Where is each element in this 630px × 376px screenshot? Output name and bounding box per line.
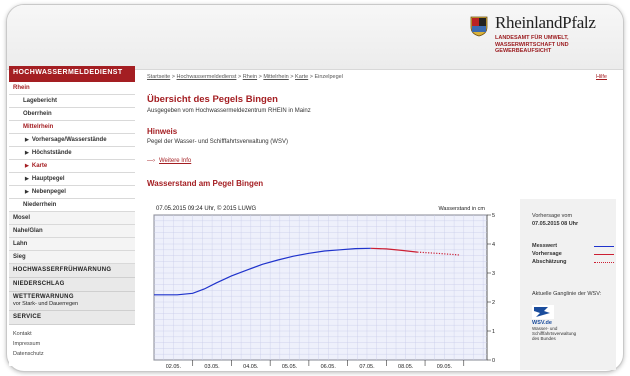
site-header: RheinlandPfalz LANDESAMT FÜR UMWELT, WAS… [7,5,623,70]
wsv-text: Aktuelle Ganglinie der WSV: [532,291,602,297]
chart-info-panel: Vorhersage vom 07.05.2015 08 Uhr Messwer… [520,199,616,370]
hinweis-heading: Hinweis [147,127,178,136]
x-tick-label: 07.05. [359,364,375,370]
legend-vorhersage: Vorhersage [532,251,562,257]
legend-line-abschaetzung [594,262,614,263]
page-subtitle: Ausgegeben vom Hochwassermeldezentrum RH… [147,108,311,114]
sidebar-item-oberrhein[interactable]: Oberrhein [9,108,135,121]
breadcrumb: Startseite > Hochwassermeldedienst > Rhe… [147,74,343,80]
sidebar-section-niederschlag[interactable]: NIEDERSCHLAG [9,278,135,292]
sidebar-item-niederrhein[interactable]: Niederrhein [9,199,135,212]
breadcrumb-rhein[interactable]: Rhein [243,74,257,80]
sidebar-item-hoechststaende[interactable]: ▶ Höchststände [9,147,135,160]
triangle-icon: ▶ [25,189,29,195]
coat-of-arms-icon [470,16,488,37]
sidebar-item-sieg[interactable]: Sieg [9,251,135,264]
sidebar-item-lahn[interactable]: Lahn [9,238,135,251]
triangle-icon: ▶ [25,176,29,182]
chart-svg: 07.05.2015 09:24 Uhr, © 2015 LUWG Wassers… [147,199,501,370]
footer-link-kontakt[interactable]: Kontakt [9,329,135,339]
triangle-icon: ▶ [25,137,29,143]
sidebar-item-hauptpegel[interactable]: ▶ Hauptpegel [9,173,135,186]
chart-section-title: Wasserstand am Pegel Bingen [147,179,264,188]
footer-link-impressum[interactable]: Impressum [9,339,135,349]
x-tick-label: 03.05. [204,364,220,370]
hinweis-text: Pegel der Wasser- und Schifffahrtsverwal… [147,139,288,145]
breadcrumb-mittelrhein[interactable]: Mittelrhein [263,74,288,80]
brand-subtitle: LANDESAMT FÜR UMWELT, WASSERWIRTSCHAFT U… [495,35,569,54]
sidebar-item-lagebericht[interactable]: Lagebericht [9,95,135,108]
triangle-icon: ▶ [25,163,29,169]
y-tick-label: 500 [492,213,495,219]
sidebar-item-mosel[interactable]: Mosel [9,212,135,225]
x-tick-label: 09.05. [437,364,453,370]
x-tick-label: 05.05. [282,364,298,370]
sidebar-item-rhein[interactable]: Rhein [9,82,135,95]
sidebar-section-wetterwarnung[interactable]: WETTERWARNUNG vor Stark- und Dauerregen [9,292,135,311]
arrow-right-icon: —› [147,158,155,164]
y-tick-label: 300 [492,271,495,277]
y-tick-label: 100 [492,329,495,335]
page-title: Übersicht des Pegels Bingen [147,94,278,105]
y-tick-label: 400 [492,242,495,248]
footer-link-datenschutz[interactable]: Datenschutz [9,349,135,359]
legend-messwert: Messwert [532,243,558,249]
help-link[interactable]: Hilfe [596,74,607,80]
chart-title: 07.05.2015 09:24 Uhr, © 2015 LUWG [156,205,256,212]
more-info-link[interactable]: Weitere Info [159,158,191,164]
y-axis-label: Wasserstand in cm [438,206,485,212]
plot-area [153,214,488,361]
sidebar-item-nahe-glan[interactable]: Nahe/Glan [9,225,135,238]
sidebar-section-fruehwarnung[interactable]: HOCHWASSERFRÜHWARNUNG [9,264,135,278]
triangle-icon: ▶ [25,150,29,156]
more-info: —› Weitere Info [147,158,615,164]
y-tick-label: 0 [492,358,495,364]
x-tick-label: 02.05. [166,364,182,370]
legend-line-messwert [594,246,614,247]
x-tick-label: 04.05. [243,364,259,370]
breadcrumb-startseite[interactable]: Startseite [147,74,170,80]
sidebar-item-nebenpegel[interactable]: ▶ Nebenpegel [9,186,135,199]
main-content: Startseite > Hochwassermeldedienst > Rhe… [147,74,615,188]
forecast-label: Vorhersage vom [532,213,573,219]
breadcrumb-current: Einzelpegel [314,74,343,80]
x-tick-label: 08.05. [398,364,414,370]
breadcrumb-karte[interactable]: Karte [295,74,308,80]
legend-line-vorhersage [594,254,614,255]
y-tick-label: 200 [492,300,495,306]
sidebar-item-vorhersage[interactable]: ▶ Vorhersage/Wasserstände [9,134,135,147]
water-level-chart: 07.05.2015 09:24 Uhr, © 2015 LUWG Wassers… [147,199,501,370]
brand-name: RheinlandPfalz [495,13,596,32]
wsv-logo-icon[interactable] [532,305,554,319]
sidebar-header[interactable]: HOCHWASSERMELDEDIENST [9,66,135,82]
sidebar-nav: HOCHWASSERMELDEDIENST Rhein Lagebericht … [9,66,135,366]
sidebar-item-mittelrhein[interactable]: Mittelrhein [9,121,135,134]
forecast-date: 07.05.2015 08 Uhr [532,221,579,227]
breadcrumb-hochwassermeldedienst[interactable]: Hochwassermeldedienst [177,74,237,80]
sidebar-item-karte[interactable]: ▶ Karte [9,160,135,173]
legend-abschaetzung: Abschätzung [532,259,567,265]
sidebar-section-service[interactable]: SERVICE [9,311,135,325]
wsv-logo-text: WSV.de Wasser- und Schifffahrtsverwaltun… [532,320,577,341]
x-tick-label: 06.05. [321,364,337,370]
